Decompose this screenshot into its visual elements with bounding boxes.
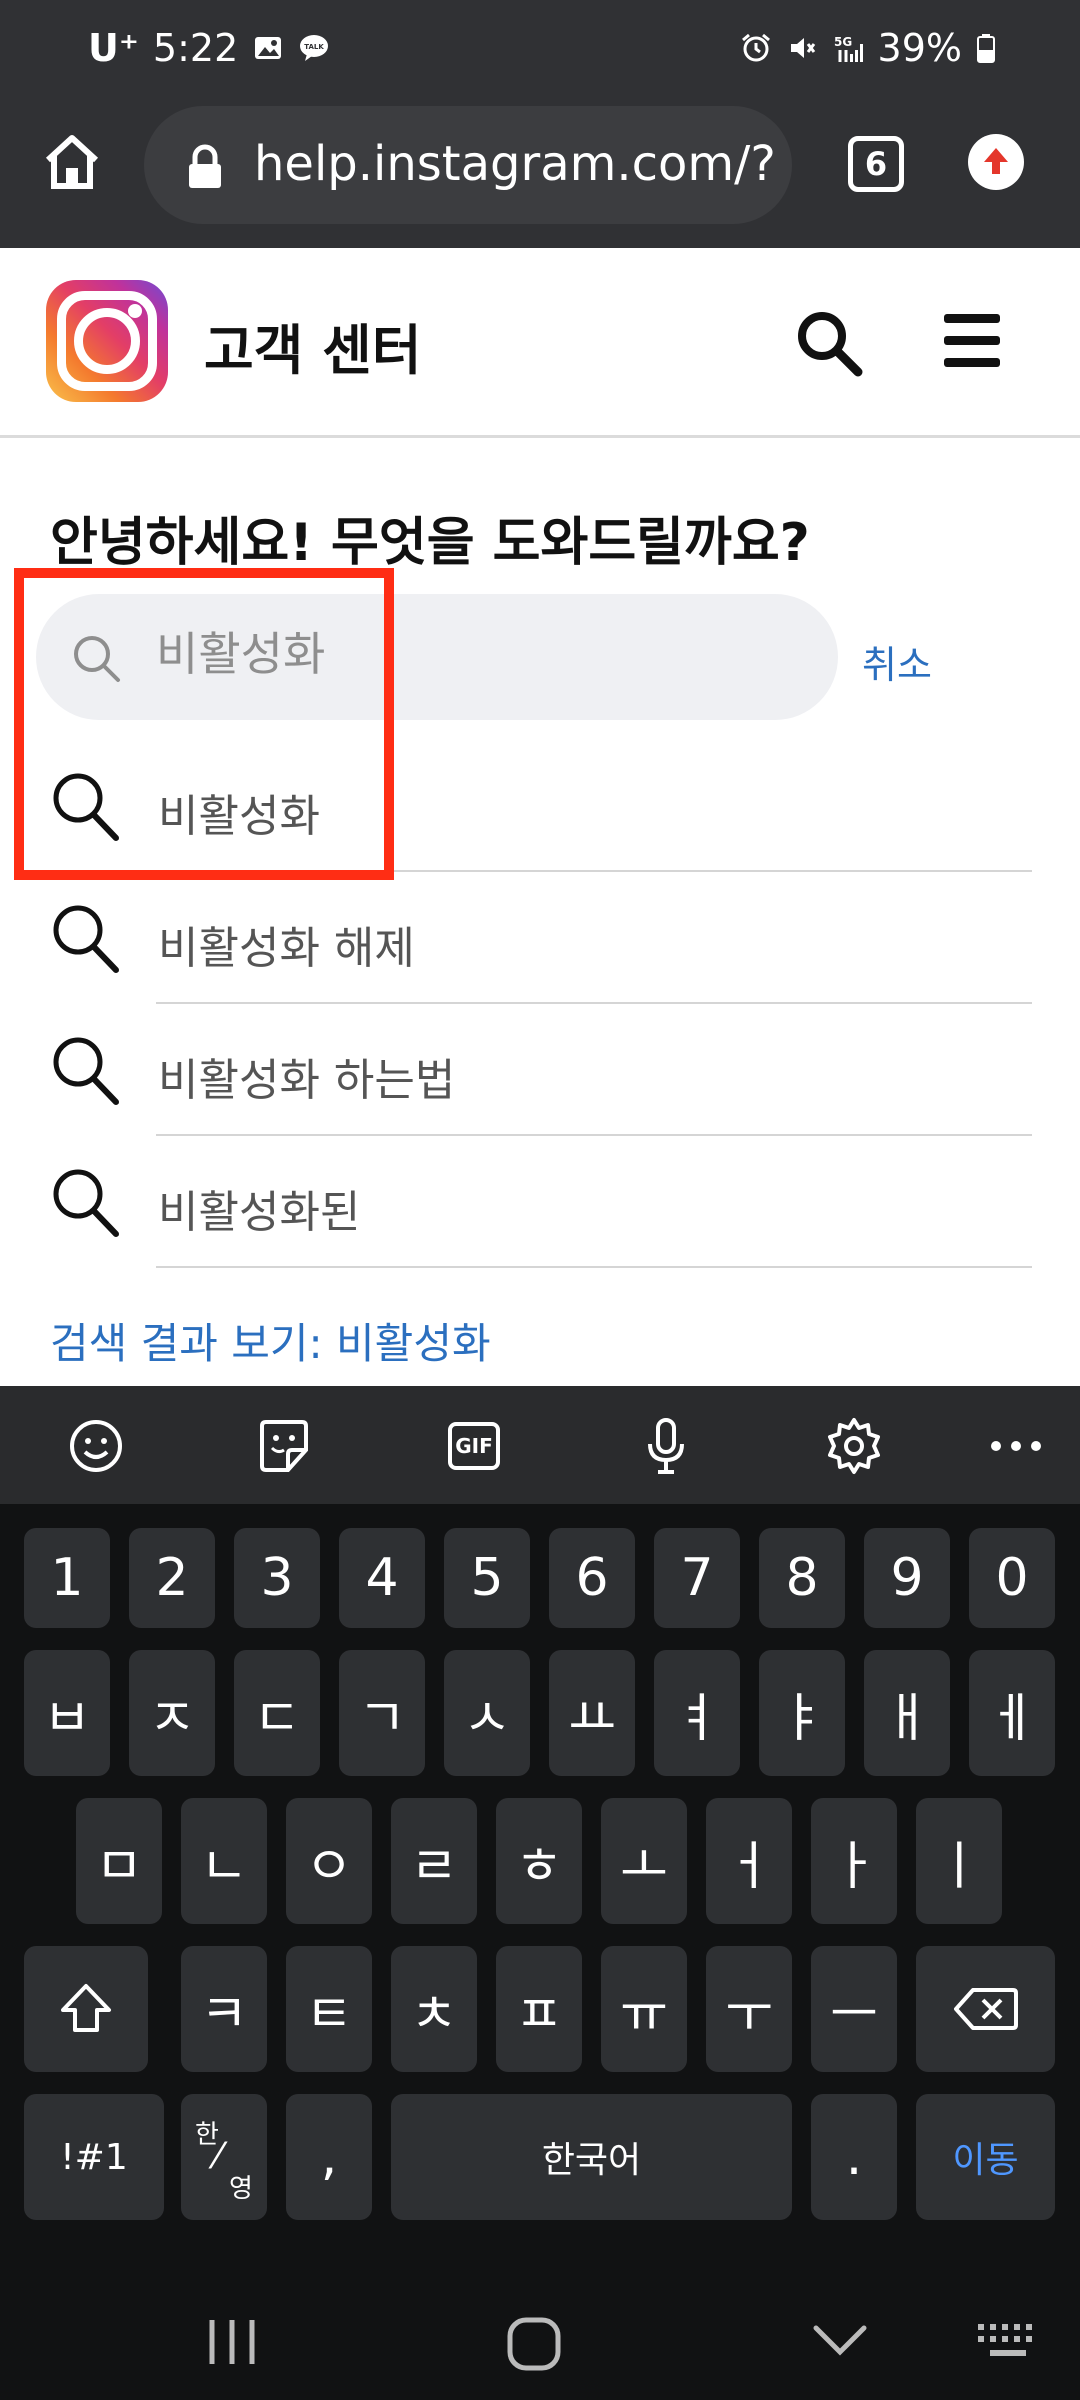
keyboard: GIF 1 2 3 4 5 6 7 8 9 0 ㅂ ㅈ ㄷ ㄱ ㅅ ㅛ ㅕ ㅑ … bbox=[0, 1386, 1080, 2400]
period-key[interactable]: . bbox=[811, 2094, 897, 2220]
recent-apps-icon[interactable] bbox=[204, 2316, 260, 2368]
settings-icon[interactable] bbox=[822, 1414, 886, 1478]
mute-icon bbox=[790, 38, 815, 58]
key-vowel[interactable]: ㅕ bbox=[654, 1650, 740, 1776]
key-7[interactable]: 7 bbox=[654, 1528, 740, 1628]
key-8[interactable]: 8 bbox=[759, 1528, 845, 1628]
key-consonant[interactable]: ㅁ bbox=[76, 1798, 162, 1924]
key-5[interactable]: 5 bbox=[444, 1528, 530, 1628]
key-consonant[interactable]: ㄹ bbox=[391, 1798, 477, 1924]
search-icon bbox=[53, 905, 119, 973]
time-label: 5:22 bbox=[152, 26, 239, 70]
key-3[interactable]: 3 bbox=[234, 1528, 320, 1628]
divider bbox=[156, 1266, 1032, 1268]
key-consonant[interactable]: ㅈ bbox=[129, 1650, 215, 1776]
suggestion-label: 비활성화 하는법 bbox=[158, 1055, 456, 1106]
key-consonant[interactable]: ㅎ bbox=[496, 1798, 582, 1924]
battery-label: 39% bbox=[877, 26, 962, 70]
key-consonant[interactable]: ㅊ bbox=[391, 1946, 477, 2072]
menu-icon[interactable] bbox=[944, 314, 1000, 367]
key-consonant[interactable]: ㅅ bbox=[444, 1650, 530, 1776]
key-9[interactable]: 9 bbox=[864, 1528, 950, 1628]
suggestion-item[interactable]: 비활성화된 bbox=[0, 1136, 1080, 1268]
key-4[interactable]: 4 bbox=[339, 1528, 425, 1628]
key-vowel[interactable]: ㅠ bbox=[601, 1946, 687, 2072]
lang-bottom-label: 영 bbox=[229, 2174, 253, 2204]
key-vowel[interactable]: ㅓ bbox=[706, 1798, 792, 1924]
suggestion-label: 비활성화 해제 bbox=[158, 923, 415, 974]
see-results-link[interactable]: 검색 결과 보기: 비활성화 bbox=[50, 1310, 491, 1371]
key-consonant[interactable]: ㅋ bbox=[181, 1946, 267, 2072]
page-title: 고객 센터 bbox=[204, 319, 422, 382]
search-icon[interactable] bbox=[794, 308, 864, 378]
key-vowel[interactable]: ㅔ bbox=[969, 1650, 1055, 1776]
suggestion-item[interactable]: 비활성화 하는법 bbox=[0, 1004, 1080, 1136]
key-1[interactable]: 1 bbox=[24, 1528, 110, 1628]
emoji-icon[interactable] bbox=[64, 1414, 128, 1478]
instagram-logo[interactable] bbox=[46, 280, 168, 402]
svg-text:TALK: TALK bbox=[304, 43, 324, 51]
lock-icon bbox=[189, 144, 221, 188]
microphone-icon[interactable] bbox=[634, 1414, 698, 1478]
gif-label: GIF bbox=[455, 1434, 493, 1458]
suggestion-item[interactable]: 비활성화 해제 bbox=[0, 872, 1080, 1004]
key-vowel[interactable]: ㅛ bbox=[549, 1650, 635, 1776]
alarm-icon bbox=[741, 33, 770, 62]
key-consonant[interactable]: ㄱ bbox=[339, 1650, 425, 1776]
home-button-icon[interactable] bbox=[506, 2316, 562, 2372]
space-key[interactable]: 한국어 bbox=[391, 2094, 792, 2220]
update-icon[interactable] bbox=[968, 134, 1024, 190]
kakaotalk-icon: TALK bbox=[300, 35, 329, 61]
cancel-button[interactable]: 취소 bbox=[862, 634, 932, 689]
backspace-icon bbox=[953, 1988, 1018, 2030]
key-0[interactable]: 0 bbox=[969, 1528, 1055, 1628]
hide-keyboard-icon[interactable] bbox=[812, 2324, 868, 2360]
key-consonant[interactable]: ㅇ bbox=[286, 1798, 372, 1924]
key-vowel[interactable]: ㅗ bbox=[601, 1798, 687, 1924]
sticker-icon[interactable] bbox=[252, 1414, 316, 1478]
lang-slash: ⁄ bbox=[215, 2136, 222, 2177]
keyboard-switch-icon[interactable] bbox=[976, 2322, 1042, 2362]
shift-icon bbox=[61, 1984, 111, 2032]
shift-key[interactable] bbox=[24, 1946, 148, 2072]
svg-text:5G: 5G bbox=[834, 35, 852, 49]
key-consonant[interactable]: ㄴ bbox=[181, 1798, 267, 1924]
system-nav-bar bbox=[0, 2280, 1080, 2400]
key-6[interactable]: 6 bbox=[549, 1528, 635, 1628]
key-vowel[interactable]: ㅑ bbox=[759, 1650, 845, 1776]
key-vowel[interactable]: ㅜ bbox=[706, 1946, 792, 2072]
search-icon bbox=[53, 1037, 119, 1105]
key-vowel[interactable]: ㅏ bbox=[811, 1798, 897, 1924]
greeting-heading: 안녕하세요! 무엇을 도와드릴까요? bbox=[50, 513, 810, 573]
gallery-icon bbox=[255, 37, 282, 59]
backspace-key[interactable] bbox=[916, 1946, 1055, 2072]
suggestion-label: 비활성화된 bbox=[158, 1187, 361, 1238]
5g-signal-icon: 5G bbox=[834, 35, 863, 62]
battery-icon bbox=[977, 34, 995, 63]
comma-key[interactable]: , bbox=[286, 2094, 372, 2220]
language-switch-key[interactable]: 한 ⁄ 영 bbox=[181, 2094, 267, 2220]
keyboard-toolbar: GIF bbox=[0, 1386, 1080, 1504]
key-2[interactable]: 2 bbox=[129, 1528, 215, 1628]
status-bar: U⁺ 5:22 TALK 5G 39% bbox=[0, 0, 1080, 100]
key-consonant[interactable]: ㅌ bbox=[286, 1946, 372, 2072]
key-consonant[interactable]: ㄷ bbox=[234, 1650, 320, 1776]
key-consonant[interactable]: ㅂ bbox=[24, 1650, 110, 1776]
key-vowel[interactable]: ㅡ bbox=[811, 1946, 897, 2072]
symbols-key[interactable]: !#1 bbox=[24, 2094, 164, 2220]
site-header: 고객 센터 bbox=[0, 248, 1080, 438]
highlight-annotation bbox=[14, 568, 394, 880]
key-vowel[interactable]: ㅣ bbox=[916, 1798, 1002, 1924]
key-vowel[interactable]: ㅐ bbox=[864, 1650, 950, 1776]
search-icon bbox=[53, 1169, 119, 1237]
browser-toolbar: help.instagram.com/?a 6 bbox=[0, 100, 1080, 248]
url-bar[interactable]: help.instagram.com/?a bbox=[144, 106, 792, 224]
key-consonant[interactable]: ㅍ bbox=[496, 1946, 582, 2072]
tab-switcher-button[interactable]: 6 bbox=[848, 136, 904, 192]
more-icon[interactable] bbox=[984, 1414, 1048, 1478]
url-text: help.instagram.com/?a bbox=[254, 136, 774, 192]
home-icon[interactable] bbox=[40, 130, 104, 194]
go-key[interactable]: 이동 bbox=[916, 2094, 1055, 2220]
carrier-label: U⁺ bbox=[88, 26, 139, 70]
